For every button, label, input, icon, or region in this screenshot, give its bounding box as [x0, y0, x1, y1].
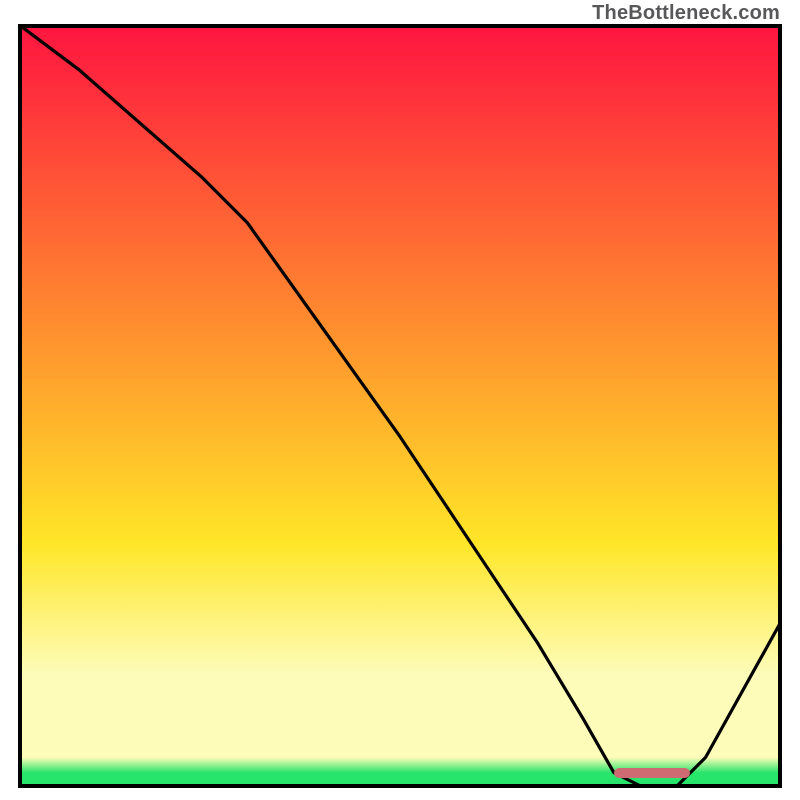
- chart-frame: [18, 24, 782, 788]
- curve-path: [18, 24, 782, 788]
- watermark-text: TheBottleneck.com: [592, 2, 780, 25]
- optimal-range-marker: [614, 768, 690, 778]
- bottleneck-curve: [18, 24, 782, 788]
